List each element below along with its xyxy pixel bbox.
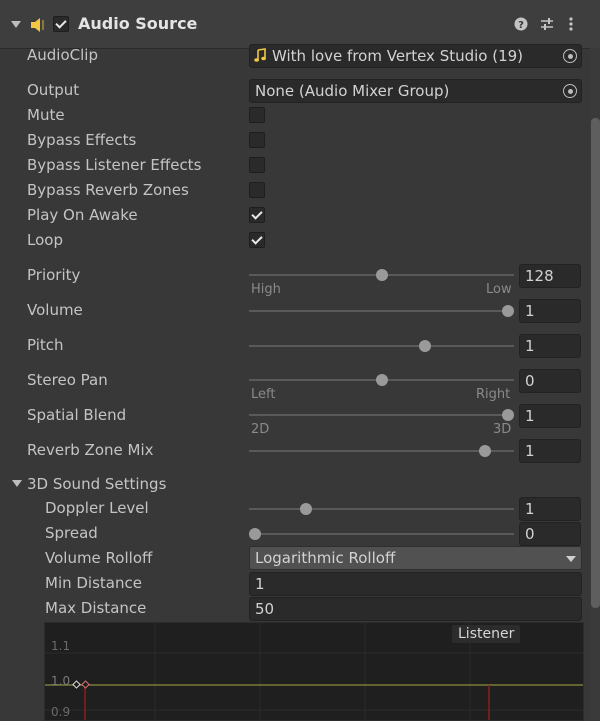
sound3d-title[interactable]: 3D Sound Settings: [27, 475, 166, 493]
play-on-awake-checkbox[interactable]: [249, 207, 265, 223]
priority-slider-handle[interactable]: [375, 269, 388, 281]
doppler-level-value-field[interactable]: 1: [519, 497, 581, 521]
doppler-level-label: Doppler Level: [45, 499, 149, 517]
volume-rolloff-dropdown[interactable]: Logarithmic Rolloff: [249, 546, 582, 570]
priority-max-label: Low: [486, 282, 512, 297]
reverb-zone-mix-value: 1: [525, 442, 535, 460]
audioclip-label: AudioClip: [27, 46, 98, 64]
stereo-pan-value-field[interactable]: 0: [519, 369, 581, 393]
stereo-pan-slider-handle[interactable]: [375, 374, 388, 386]
bypass-reverb-zones-label: Bypass Reverb Zones: [27, 181, 189, 199]
mute-checkbox[interactable]: [249, 107, 265, 123]
volume-label: Volume: [27, 301, 83, 319]
listener-label: Listener: [452, 625, 521, 643]
reverb-zone-mix-slider-track[interactable]: [249, 450, 514, 452]
output-field[interactable]: None (Audio Mixer Group): [249, 79, 582, 103]
curve-key-handle: [81, 680, 90, 689]
bypass-reverb-zones-checkbox[interactable]: [249, 182, 265, 198]
play-on-awake-label: Play On Awake: [27, 206, 138, 224]
spread-label: Spread: [45, 524, 98, 542]
doppler-level-slider-track[interactable]: [249, 508, 514, 510]
spatial-blend-label: Spatial Blend: [27, 406, 127, 424]
sound3d-foldout-arrow-icon[interactable]: [12, 480, 22, 487]
volume-slider-handle[interactable]: [502, 305, 514, 317]
min-distance-value: 1: [255, 575, 265, 593]
doppler-level-value: 1: [525, 500, 535, 518]
reverb-zone-mix-slider-handle[interactable]: [479, 445, 492, 457]
bypass-effects-checkbox[interactable]: [249, 132, 265, 148]
min-distance-label: Min Distance: [45, 574, 142, 592]
kebab-menu-icon[interactable]: [566, 16, 576, 32]
max-distance-field[interactable]: 50: [249, 597, 582, 621]
spread-slider-handle[interactable]: [249, 528, 261, 540]
spatial-blend-value: 1: [525, 407, 535, 425]
volume-slider-track[interactable]: [249, 310, 514, 312]
reverb-zone-mix-value-field[interactable]: 1: [519, 439, 581, 463]
volume-value: 1: [525, 302, 535, 320]
pitch-value: 1: [525, 337, 535, 355]
mute-label: Mute: [27, 106, 65, 124]
priority-value: 128: [525, 267, 554, 285]
bypass-listener-effects-label: Bypass Listener Effects: [27, 156, 202, 174]
y-tick-label: 1.1: [51, 639, 71, 653]
spatial-blend-slider-track[interactable]: [249, 414, 514, 416]
audioclip-value: With love from Vertex Studio (19): [272, 47, 524, 65]
doppler-level-slider-handle[interactable]: [299, 503, 312, 515]
rolloff-graph[interactable]: 1.1 1.0 0.9 Listener: [44, 622, 584, 721]
loop-label: Loop: [27, 231, 63, 249]
bypass-effects-label: Bypass Effects: [27, 131, 137, 149]
presets-icon[interactable]: [539, 16, 555, 32]
spread-slider-track[interactable]: [249, 533, 514, 535]
volume-value-field[interactable]: 1: [519, 299, 581, 323]
component-enabled-checkbox[interactable]: [53, 16, 69, 32]
priority-label: Priority: [27, 266, 81, 284]
spatial-blend-max-label: 3D: [493, 422, 512, 437]
output-label: Output: [27, 81, 80, 99]
music-note-icon: [254, 48, 266, 62]
bypass-listener-effects-checkbox[interactable]: [249, 157, 265, 173]
spatial-blend-value-field[interactable]: 1: [519, 404, 581, 428]
output-picker-icon[interactable]: [563, 84, 577, 98]
pitch-label: Pitch: [27, 336, 64, 354]
stereo-pan-max-label: Right: [476, 387, 511, 402]
spatial-blend-min-label: 2D: [251, 422, 270, 437]
component-title: Audio Source: [78, 14, 198, 33]
max-distance-value: 50: [255, 600, 275, 618]
max-distance-label: Max Distance: [45, 599, 147, 617]
stereo-pan-min-label: Left: [251, 387, 276, 402]
spread-value: 0: [525, 525, 535, 543]
reverb-zone-mix-label: Reverb Zone Mix: [27, 441, 154, 459]
pitch-slider-handle[interactable]: [418, 340, 431, 352]
curve-key-handle: [72, 680, 81, 689]
spread-value-field[interactable]: 0: [519, 522, 581, 546]
pitch-slider-track[interactable]: [249, 345, 514, 347]
audio-source-icon: [31, 18, 44, 32]
spatial-blend-slider-handle[interactable]: [502, 409, 514, 421]
min-distance-field[interactable]: 1: [249, 572, 582, 596]
output-value: None (Audio Mixer Group): [255, 82, 450, 100]
pitch-value-field[interactable]: 1: [519, 334, 581, 358]
scrollbar-thumb[interactable]: [591, 118, 600, 608]
help-icon[interactable]: ?: [514, 17, 528, 31]
priority-min-label: High: [251, 282, 281, 297]
y-tick-label: 1.0: [51, 674, 71, 688]
y-tick-label: 0.9: [51, 705, 71, 719]
component-header: Audio Source ?: [0, 0, 600, 49]
foldout-arrow-icon[interactable]: [11, 21, 21, 28]
loop-checkbox[interactable]: [249, 232, 265, 248]
volume-rolloff-label: Volume Rolloff: [45, 549, 153, 567]
stereo-pan-value: 0: [525, 372, 535, 390]
volume-rolloff-value: Logarithmic Rolloff: [255, 549, 396, 567]
audioclip-field[interactable]: With love from Vertex Studio (19): [249, 44, 582, 68]
priority-value-field[interactable]: 128: [519, 264, 581, 288]
chevron-down-icon: [566, 556, 576, 562]
stereo-pan-label: Stereo Pan: [27, 371, 108, 389]
audioclip-picker-icon[interactable]: [563, 49, 577, 63]
svg-text:?: ?: [518, 20, 524, 31]
